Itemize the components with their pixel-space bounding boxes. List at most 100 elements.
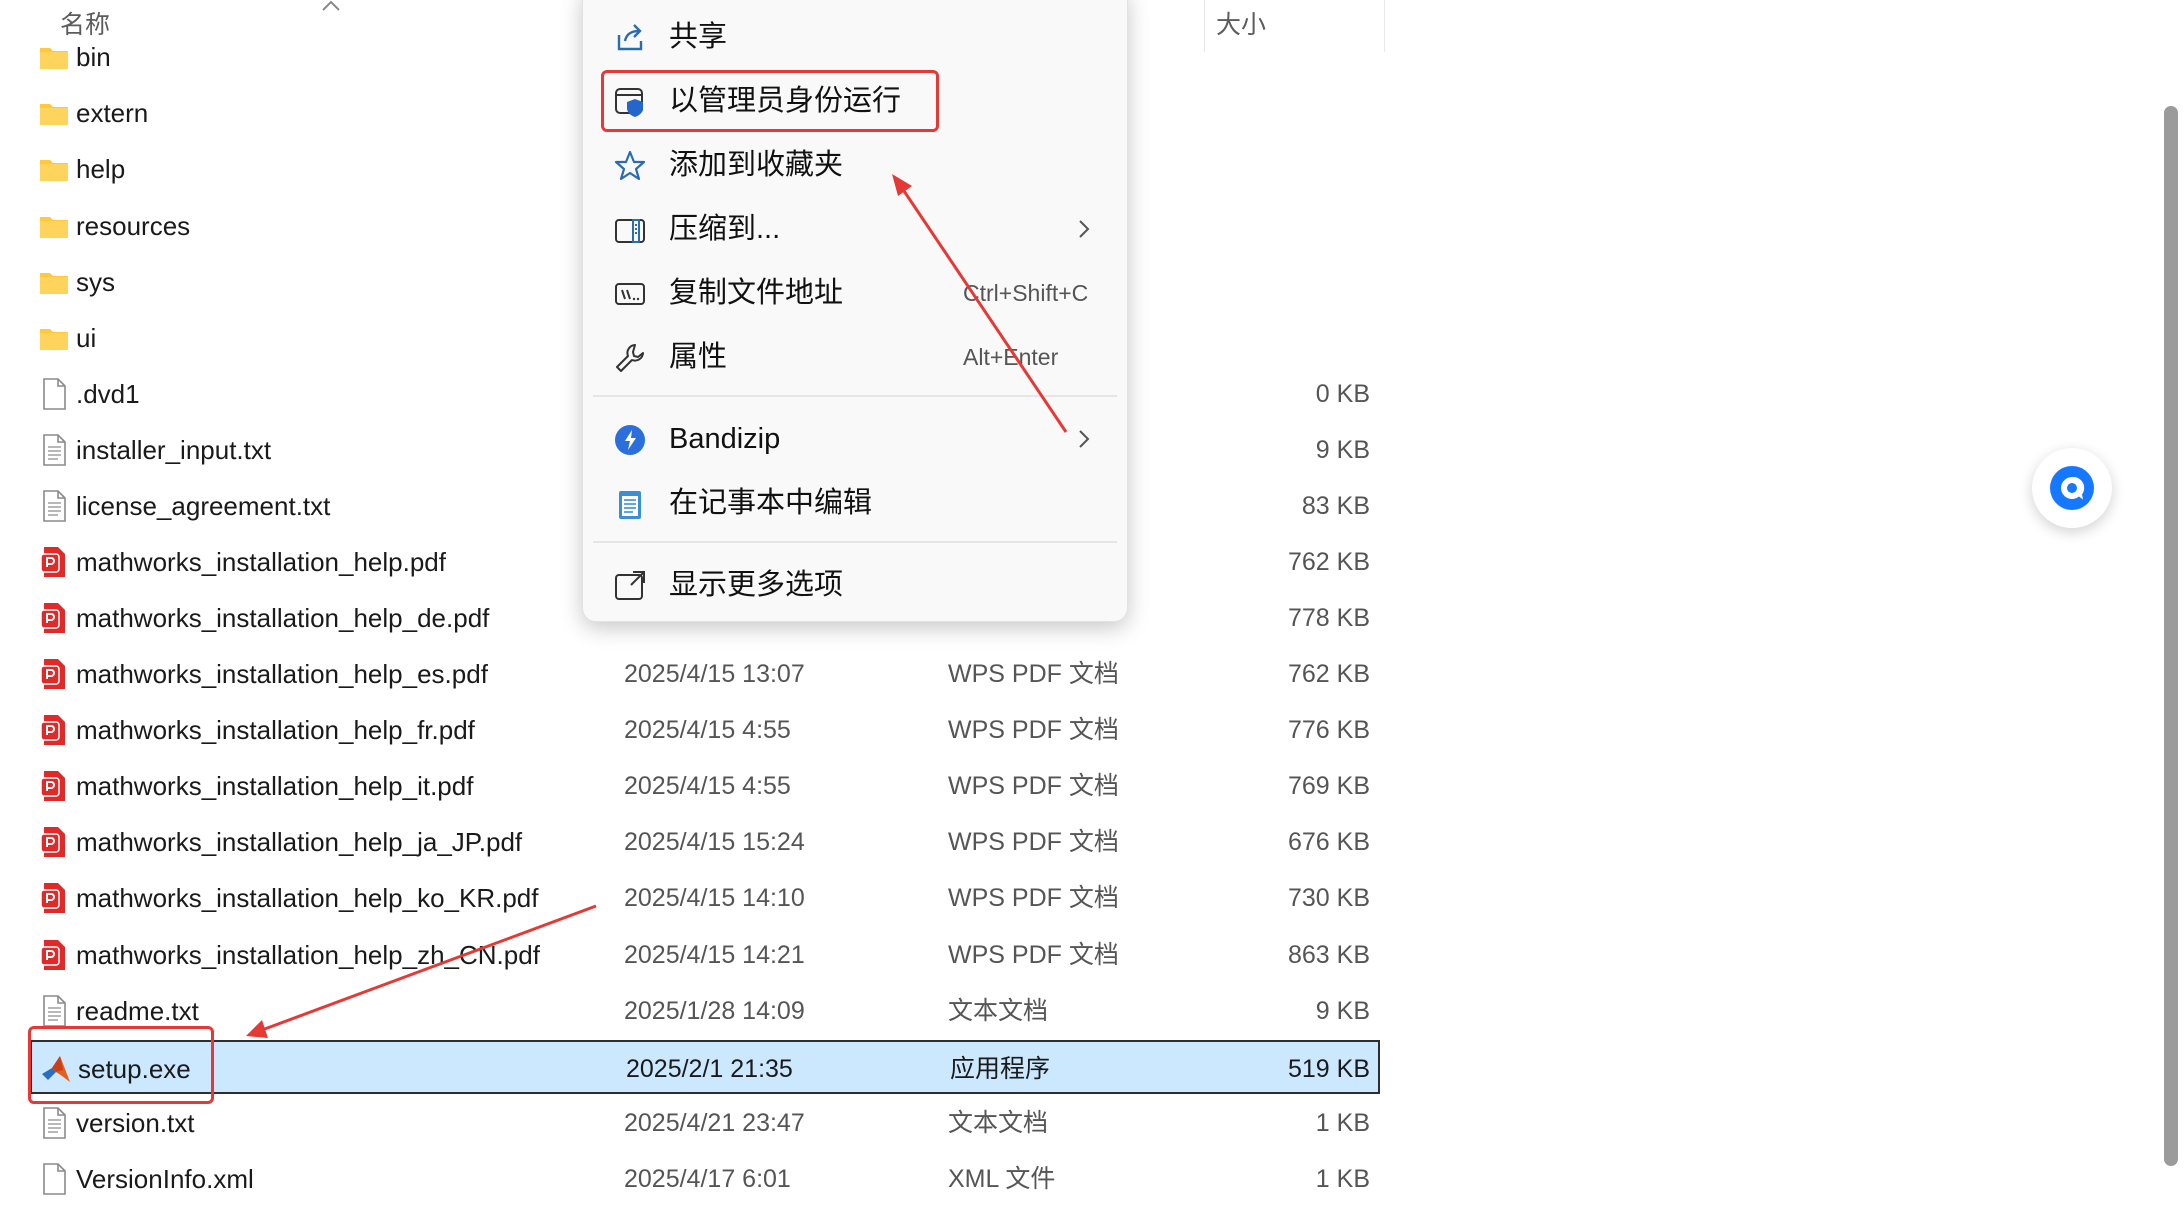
text-file-icon: [38, 489, 70, 523]
file-row[interactable]: mathworks_installation_help_ko_KR.pdf 202…: [30, 871, 1378, 925]
menu-label: 压缩到...: [669, 213, 781, 245]
file-row[interactable]: mathworks_installation_help_fr.pdf 2025/4…: [30, 703, 1378, 757]
file-date: 2025/4/15 15:24: [624, 828, 805, 856]
file-type: WPS PDF 文档: [948, 716, 1119, 744]
file-name: sys: [76, 267, 115, 297]
chat-bubble-icon: [2050, 466, 2094, 510]
file-size: 1 KB: [1315, 1109, 1370, 1137]
file-row[interactable]: mathworks_installation_help_es.pdf 2025/4…: [30, 647, 1378, 701]
file-size: 776 KB: [1287, 716, 1370, 744]
file-size: 769 KB: [1287, 772, 1370, 800]
file-name: help: [76, 154, 126, 184]
file-name: mathworks_installation_help_zh_CN.pdf: [76, 940, 540, 970]
file-date: 2025/4/21 23:47: [624, 1109, 805, 1137]
file-date: 2025/1/28 14:09: [624, 997, 805, 1025]
pdf-icon: [38, 601, 70, 635]
file-type: 文本文档: [948, 997, 1049, 1025]
file-name: mathworks_installation_help.pdf: [76, 547, 446, 577]
text-file-icon: [38, 994, 70, 1028]
folder-icon: [38, 40, 70, 74]
notepad-icon: [619, 491, 641, 519]
shortcut-label: Ctrl+Shift+C: [963, 280, 1089, 306]
vertical-scrollbar[interactable]: [2158, 0, 2184, 1199]
file-type: WPS PDF 文档: [948, 772, 1119, 800]
file-type: WPS PDF 文档: [948, 828, 1119, 856]
pdf-icon: [38, 938, 70, 972]
pdf-icon: [38, 825, 70, 859]
file-row[interactable]: version.txt 2025/4/21 23:47 文本文档 1 KB: [30, 1096, 1378, 1150]
menu-separator: [593, 395, 1117, 397]
file-size: 762 KB: [1287, 660, 1370, 688]
file-type: WPS PDF 文档: [948, 660, 1119, 688]
file-row[interactable]: VersionInfo.xml 2025/4/17 6:01 XML 文件 1 KB: [30, 1152, 1378, 1206]
file-row[interactable]: mathworks_installation_help_it.pdf 2025/4…: [30, 759, 1378, 813]
file-name: extern: [76, 98, 149, 128]
star-icon: [614, 150, 646, 181]
pdf-icon: [38, 545, 70, 579]
file-name: mathworks_installation_help_de.pdf: [76, 603, 490, 633]
folder-icon: [38, 265, 70, 299]
menu-label: 共享: [669, 21, 728, 53]
file-row[interactable]: mathworks_installation_help_ja_JP.pdf 202…: [30, 815, 1378, 869]
folder-icon: [38, 321, 70, 355]
menu-label: 属性: [669, 341, 728, 373]
column-separator[interactable]: [1384, 0, 1385, 52]
file-name: mathworks_installation_help_ko_KR.pdf: [76, 883, 539, 913]
chevron-right-icon: [1079, 430, 1090, 448]
shortcut-label: Alt+Enter: [963, 344, 1059, 370]
pdf-icon: [38, 769, 70, 803]
file-row[interactable]: mathworks_installation_help_zh_CN.pdf 202…: [30, 928, 1378, 982]
folder-icon: [38, 96, 70, 130]
menu-item-copy-path[interactable]: 复制文件地址 Ctrl+Shift+C: [583, 261, 1127, 325]
file-size: 83 KB: [1301, 492, 1370, 520]
file-size: 9 KB: [1315, 997, 1370, 1025]
menu-item-add-favorite[interactable]: 添加到收藏夹: [583, 133, 1127, 197]
file-date: 2025/4/15 4:55: [624, 716, 791, 744]
file-type: 文本文档: [948, 1109, 1049, 1137]
file-date: 2025/4/15 13:07: [624, 660, 805, 688]
file-name: mathworks_installation_help_ja_JP.pdf: [76, 827, 523, 857]
file-name: .dvd1: [76, 379, 140, 409]
file-size: 9 KB: [1315, 436, 1370, 464]
blank-file-icon: [38, 377, 70, 411]
share-icon: [617, 24, 643, 51]
menu-item-more-options[interactable]: 显示更多选项: [583, 553, 1127, 617]
file-row[interactable]: setup.exe 2025/2/1 21:35 应用程序 519 KB: [30, 1040, 1380, 1094]
menu-label: 添加到收藏夹: [669, 149, 844, 181]
file-size: 0 KB: [1315, 380, 1370, 408]
file-type: WPS PDF 文档: [948, 884, 1119, 912]
text-file-icon: [38, 1106, 70, 1140]
file-date: 2025/2/1 21:35: [626, 1055, 793, 1083]
file-date: 2025/4/15 4:55: [624, 772, 791, 800]
zip-icon: [615, 219, 645, 243]
annotation-box-run-as-admin: [601, 70, 939, 132]
file-size: 676 KB: [1287, 828, 1370, 856]
file-name: bin: [76, 42, 111, 72]
menu-item-notepad[interactable]: 在记事本中编辑: [583, 471, 1127, 535]
file-size: 762 KB: [1287, 548, 1370, 576]
file-type: 应用程序: [950, 1055, 1051, 1083]
file-date: 2025/4/15 14:21: [624, 941, 805, 969]
scrollbar-thumb[interactable]: [2164, 106, 2178, 1166]
menu-separator: [593, 541, 1117, 543]
file-name: ui: [76, 323, 97, 353]
sort-ascending-icon: [322, 0, 340, 11]
menu-item-properties[interactable]: 属性 Alt+Enter: [583, 325, 1127, 389]
file-date: 2025/4/15 14:10: [624, 884, 805, 912]
menu-label: 复制文件地址: [669, 277, 844, 309]
menu-item-compress[interactable]: 压缩到...: [583, 197, 1127, 261]
file-row[interactable]: readme.txt 2025/1/28 14:09 文本文档 9 KB: [30, 984, 1378, 1038]
file-size: 519 KB: [1287, 1055, 1370, 1083]
file-type: XML 文件: [948, 1165, 1056, 1193]
menu-item-share[interactable]: 共享: [583, 5, 1127, 69]
menu-item-bandizip[interactable]: Bandizip: [583, 407, 1127, 471]
pdf-icon: [38, 657, 70, 691]
blank-file-icon: [38, 1162, 70, 1196]
text-file-icon: [38, 433, 70, 467]
file-size: 730 KB: [1287, 884, 1370, 912]
floating-assistant-button[interactable]: [2032, 448, 2112, 528]
file-name: mathworks_installation_help_es.pdf: [76, 659, 488, 689]
menu-label: Bandizip: [669, 423, 781, 455]
copy-path-icon: [615, 283, 645, 305]
folder-icon: [38, 152, 70, 186]
